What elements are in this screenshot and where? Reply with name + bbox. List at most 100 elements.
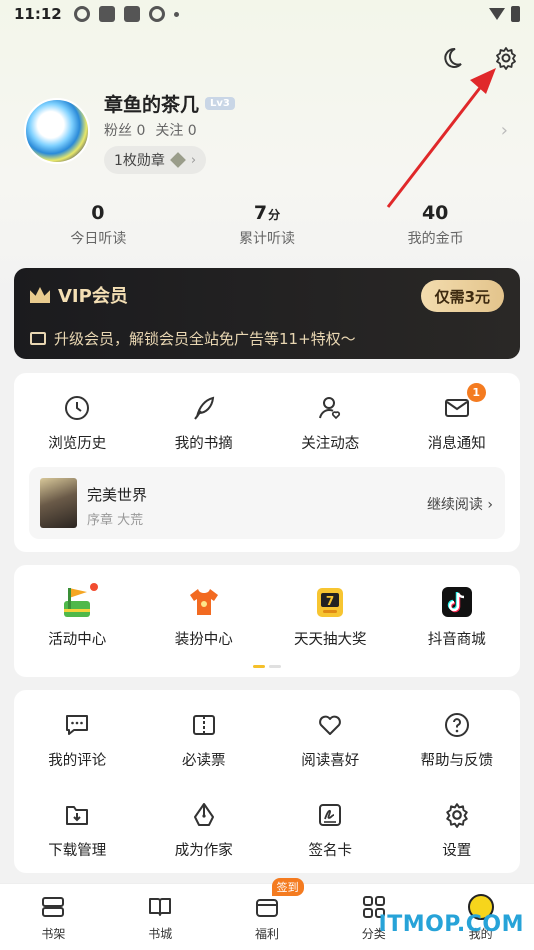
tools-row-2: 下载管理 成为作家 签名卡 设置 [14, 800, 520, 860]
medal-button[interactable]: 1枚勋章 › [104, 146, 207, 174]
ticket-icon [189, 710, 219, 740]
stat-total-listen[interactable]: 7分 累计听读 [183, 202, 352, 248]
follow-counts: 粉丝 0 关注 0 [104, 120, 197, 140]
clock-icon [62, 393, 92, 423]
user-name: 章鱼的茶几 [104, 94, 200, 116]
signature-card-button[interactable]: 签名卡 [267, 800, 394, 860]
help-icon [442, 710, 472, 740]
tab-welfare[interactable]: 签到 福利 [214, 878, 321, 950]
download-icon [62, 800, 92, 830]
quick-actions-card: 浏览历史 我的书摘 关注动态 1 消息通知 完美世界 序章 大荒 继续阅读 › [14, 373, 520, 552]
lottery-button[interactable]: 7 天天抽大奖 [267, 585, 394, 649]
more-notifications-dot [173, 11, 179, 17]
activities-grid: 活动中心 装扮中心 7 天天抽大奖 抖音商城 [14, 583, 521, 649]
tool-label: 设置 [442, 843, 472, 859]
wifi-icon [489, 8, 505, 20]
svg-text:7: 7 [326, 594, 334, 608]
tools-card: 我的评论 必读票 阅读喜好 帮助与反馈 下载管理 成为作家 签名卡 设置 [14, 690, 520, 873]
douyin-bag-icon [440, 585, 474, 619]
reading-preference-button[interactable]: 阅读喜好 [267, 710, 394, 770]
activity-center-button[interactable]: 活动中心 [14, 583, 141, 649]
gift-icon [254, 894, 280, 920]
chevron-right-icon[interactable]: › [501, 120, 508, 141]
speaker-icon [30, 332, 46, 345]
comment-icon [62, 710, 92, 740]
recent-book-row[interactable]: 完美世界 序章 大荒 继续阅读 › [29, 467, 505, 539]
page-dot-active [253, 665, 265, 668]
history-button[interactable]: 浏览历史 [14, 393, 141, 453]
chevron-right-icon: › [190, 152, 197, 168]
notifications-button[interactable]: 1 消息通知 [394, 383, 521, 453]
tool-label: 帮助与反馈 [420, 753, 494, 769]
settings-gear-icon[interactable] [492, 44, 520, 72]
notification-icon [148, 6, 165, 22]
help-feedback-button[interactable]: 帮助与反馈 [394, 710, 521, 770]
douyin-mall-button[interactable]: 抖音商城 [394, 585, 521, 649]
watermark: ITMOP.COM [378, 912, 524, 937]
action-label: 消息通知 [427, 436, 486, 452]
vip-title: VIP会员 [58, 286, 128, 307]
battery-icon [511, 6, 520, 22]
stat-label: 我的金币 [407, 231, 464, 247]
become-writer-button[interactable]: 成为作家 [141, 800, 268, 860]
page-indicator [14, 665, 520, 668]
stat-coins[interactable]: 40 我的金币 [351, 202, 520, 248]
header-actions [438, 44, 520, 72]
tab-bookstore[interactable]: 书城 [107, 884, 214, 950]
page-dot [269, 665, 281, 668]
medal-icon [170, 152, 186, 168]
bookshelf-icon [40, 894, 66, 920]
avatar[interactable] [24, 98, 90, 164]
stat-label: 今日听读 [70, 231, 127, 247]
user-heart-icon [315, 393, 345, 423]
must-read-ticket-button[interactable]: 必读票 [141, 710, 268, 770]
stat-value: 40 [421, 202, 449, 224]
stat-today-listen[interactable]: 0 今日听读 [14, 202, 183, 248]
vip-subtitle-row: 升级会员，解锁会员全站免广告等11+特权～ [30, 328, 504, 349]
action-label: 我的书摘 [174, 436, 233, 452]
tool-label: 阅读喜好 [301, 753, 360, 769]
stat-value: 7分 [253, 202, 281, 224]
fans-count[interactable]: 粉丝 0 [104, 120, 145, 140]
notification-icon [123, 6, 140, 22]
shirt-icon [187, 585, 221, 619]
my-comments-button[interactable]: 我的评论 [14, 710, 141, 770]
profile-section[interactable]: 章鱼的茶几 Lv3 粉丝 0 关注 0 1枚勋章 › › [24, 94, 514, 178]
new-dot [90, 583, 99, 591]
following-feed-button[interactable]: 关注动态 [267, 393, 394, 453]
tab-label: 福利 [254, 927, 279, 941]
flag-icon [60, 583, 99, 619]
tool-label: 成为作家 [174, 843, 233, 859]
activity-label: 天天抽大奖 [294, 632, 367, 648]
tab-label: 书架 [41, 927, 66, 941]
tools-row-1: 我的评论 必读票 阅读喜好 帮助与反馈 [14, 710, 520, 770]
activity-label: 活动中心 [48, 632, 107, 648]
tool-label: 必读票 [182, 753, 226, 769]
pen-nib-icon [189, 800, 219, 830]
user-name-row: 章鱼的茶几 Lv3 [104, 90, 235, 117]
continue-reading-link[interactable]: 继续阅读 › [427, 494, 493, 514]
level-badge: Lv3 [205, 97, 235, 110]
heart-icon [315, 710, 345, 740]
settings-button[interactable]: 设置 [394, 800, 521, 860]
mail-icon: 1 [442, 383, 486, 423]
activity-label: 装扮中心 [174, 632, 233, 648]
unread-badge: 1 [466, 383, 486, 402]
checkin-tag: 签到 [271, 878, 304, 896]
vip-buy-button[interactable]: 仅需3元 [420, 280, 504, 312]
download-manager-button[interactable]: 下载管理 [14, 800, 141, 860]
status-bar: 11:12 [0, 0, 534, 28]
action-label: 关注动态 [301, 436, 360, 452]
vip-banner[interactable]: VIP会员 仅需3元 升级会员，解锁会员全站免广告等11+特权～ [14, 268, 520, 359]
slot-machine-icon: 7 [313, 585, 347, 619]
excerpts-button[interactable]: 我的书摘 [141, 393, 268, 453]
tab-bookshelf[interactable]: 书架 [0, 884, 107, 950]
night-mode-icon[interactable] [438, 44, 466, 72]
stat-label: 累计听读 [239, 231, 295, 247]
dress-up-center-button[interactable]: 装扮中心 [141, 585, 268, 649]
tab-label: 书城 [148, 927, 173, 941]
following-count[interactable]: 关注 0 [155, 120, 196, 140]
status-time: 11:12 [14, 5, 62, 23]
activity-label: 抖音商城 [427, 632, 486, 648]
book-title: 完美世界 [87, 486, 148, 504]
